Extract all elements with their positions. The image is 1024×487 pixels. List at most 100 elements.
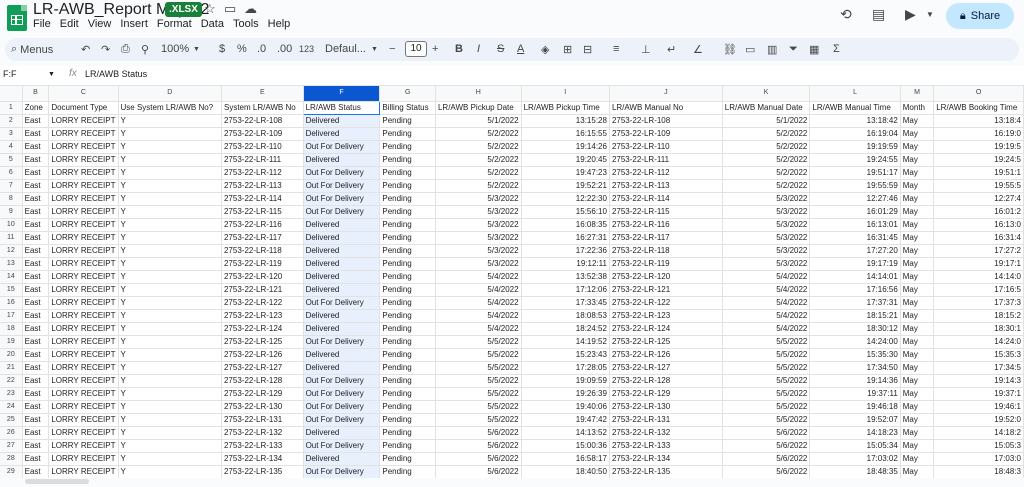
- header-cell[interactable]: System LR/AWB No: [221, 101, 304, 115]
- table-cell[interactable]: East: [22, 374, 50, 388]
- table-cell[interactable]: May: [900, 361, 935, 375]
- header-cell[interactable]: LR/AWB Manual No: [609, 101, 723, 115]
- header-cell[interactable]: LR/AWB Manual Date: [722, 101, 811, 115]
- table-cell[interactable]: East: [22, 257, 50, 271]
- print-icon[interactable]: ⎙: [121, 43, 130, 56]
- table-cell[interactable]: 5/3/2022: [722, 244, 811, 258]
- table-cell[interactable]: 2753-22-LR-118: [221, 244, 304, 258]
- table-cell[interactable]: 5/4/2022: [722, 270, 811, 284]
- table-cell[interactable]: LORRY RECEIPT: [48, 387, 119, 401]
- table-cell[interactable]: 19:24:5: [933, 153, 1024, 167]
- table-cell[interactable]: May: [900, 244, 935, 258]
- table-cell[interactable]: Delivered: [303, 309, 381, 323]
- table-cell[interactable]: Pending: [379, 192, 436, 206]
- row-number[interactable]: 8: [0, 192, 23, 206]
- table-cell[interactable]: Y: [118, 283, 222, 297]
- table-cell[interactable]: East: [22, 361, 50, 375]
- table-cell[interactable]: May: [900, 127, 935, 141]
- table-cell[interactable]: Pending: [379, 400, 436, 414]
- table-cell[interactable]: 5/6/2022: [435, 426, 522, 440]
- row-number[interactable]: 20: [0, 348, 23, 362]
- table-cell[interactable]: Delivered: [303, 127, 381, 141]
- table-cell[interactable]: LORRY RECEIPT: [48, 166, 119, 180]
- table-cell[interactable]: LORRY RECEIPT: [48, 179, 119, 193]
- table-cell[interactable]: 5/2/2022: [722, 166, 811, 180]
- table-cell[interactable]: 18:30:1: [933, 322, 1024, 336]
- table-cell[interactable]: East: [22, 439, 50, 453]
- table-cell[interactable]: 18:15:21: [809, 309, 901, 323]
- table-cell[interactable]: 2753-22-LR-116: [221, 218, 304, 232]
- row-number[interactable]: 23: [0, 387, 23, 401]
- table-cell[interactable]: 5/3/2022: [722, 218, 811, 232]
- header-cell[interactable]: LR/AWB Manual Time: [809, 101, 901, 115]
- table-cell[interactable]: LORRY RECEIPT: [48, 452, 119, 466]
- row-number[interactable]: 16: [0, 296, 23, 310]
- decrease-decimal-button[interactable]: .0: [257, 43, 266, 55]
- table-cell[interactable]: 16:13:01: [809, 218, 901, 232]
- table-cell[interactable]: 14:13:52: [521, 426, 610, 440]
- table-cell[interactable]: East: [22, 270, 50, 284]
- table-cell[interactable]: 2753-22-LR-127: [221, 361, 304, 375]
- table-cell[interactable]: Delivered: [303, 361, 381, 375]
- table-cell[interactable]: 2753-22-LR-120: [609, 270, 723, 284]
- table-cell[interactable]: 2753-22-LR-108: [221, 114, 304, 128]
- zoom-dropdown-icon[interactable]: ▼: [193, 46, 200, 53]
- table-cell[interactable]: 16:01:2: [933, 205, 1024, 219]
- table-cell[interactable]: 2753-22-LR-123: [221, 309, 304, 323]
- table-cell[interactable]: May: [900, 322, 935, 336]
- font-dropdown-icon[interactable]: ▼: [371, 46, 378, 53]
- table-cell[interactable]: Out For Delivery: [303, 413, 381, 427]
- row-number[interactable]: 25: [0, 413, 23, 427]
- table-cell[interactable]: 19:46:1: [933, 400, 1024, 414]
- header-cell[interactable]: Document Type: [48, 101, 119, 115]
- table-cell[interactable]: East: [22, 231, 50, 245]
- table-cell[interactable]: 2753-22-LR-112: [221, 166, 304, 180]
- table-cell[interactable]: 2753-22-LR-132: [609, 426, 723, 440]
- table-cell[interactable]: Pending: [379, 348, 436, 362]
- font-size-input[interactable]: 10: [405, 41, 427, 57]
- table-cell[interactable]: East: [22, 296, 50, 310]
- table-cell[interactable]: 18:48:3: [933, 465, 1024, 478]
- table-cell[interactable]: 15:35:3: [933, 348, 1024, 362]
- row-number[interactable]: 28: [0, 452, 23, 466]
- table-cell[interactable]: East: [22, 179, 50, 193]
- table-cell[interactable]: 5/2/2022: [722, 140, 811, 154]
- table-cell[interactable]: May: [900, 114, 935, 128]
- table-cell[interactable]: 2753-22-LR-126: [221, 348, 304, 362]
- table-cell[interactable]: 19:12:11: [521, 257, 610, 271]
- table-cell[interactable]: Pending: [379, 387, 436, 401]
- table-cell[interactable]: East: [22, 387, 50, 401]
- column-header-i[interactable]: I: [521, 86, 610, 102]
- table-cell[interactable]: Out For Delivery: [303, 205, 381, 219]
- table-cell[interactable]: 13:15:28: [521, 114, 610, 128]
- table-cell[interactable]: Y: [118, 231, 222, 245]
- table-cell[interactable]: May: [900, 153, 935, 167]
- row-number[interactable]: 19: [0, 335, 23, 349]
- table-cell[interactable]: Pending: [379, 361, 436, 375]
- table-cell[interactable]: 19:47:23: [521, 166, 610, 180]
- table-cell[interactable]: 17:34:5: [933, 361, 1024, 375]
- table-cell[interactable]: Pending: [379, 166, 436, 180]
- table-cell[interactable]: May: [900, 426, 935, 440]
- table-cell[interactable]: Y: [118, 413, 222, 427]
- menu-edit[interactable]: Edit: [60, 18, 85, 30]
- table-cell[interactable]: May: [900, 179, 935, 193]
- table-cell[interactable]: East: [22, 413, 50, 427]
- table-cell[interactable]: 17:03:0: [933, 452, 1024, 466]
- table-cell[interactable]: 2753-22-LR-110: [221, 140, 304, 154]
- table-cell[interactable]: 2753-22-LR-127: [609, 361, 723, 375]
- bold-icon[interactable]: B: [455, 43, 463, 55]
- table-cell[interactable]: LORRY RECEIPT: [48, 218, 119, 232]
- sheets-logo-icon[interactable]: [7, 5, 27, 31]
- table-cell[interactable]: Pending: [379, 231, 436, 245]
- table-cell[interactable]: 5/2/2022: [435, 166, 522, 180]
- column-header-k[interactable]: K: [722, 86, 811, 102]
- row-number[interactable]: 22: [0, 374, 23, 388]
- table-cell[interactable]: 2753-22-LR-113: [609, 179, 723, 193]
- table-cell[interactable]: East: [22, 244, 50, 258]
- table-cell[interactable]: Delivered: [303, 283, 381, 297]
- increase-decimal-button[interactable]: .00: [277, 43, 292, 55]
- table-cell[interactable]: 2753-22-LR-117: [221, 231, 304, 245]
- table-cell[interactable]: 2753-22-LR-133: [609, 439, 723, 453]
- column-header-f[interactable]: F: [303, 86, 381, 102]
